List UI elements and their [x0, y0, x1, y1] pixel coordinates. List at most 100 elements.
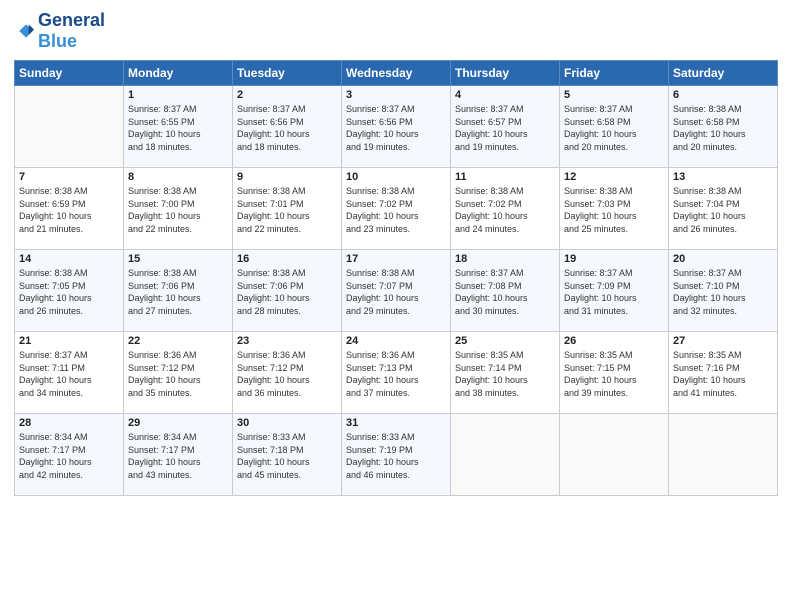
weekday-header-friday: Friday	[560, 61, 669, 86]
week-row-0: 1 Sunrise: 8:37 AM Sunset: 6:55 PM Daylig…	[15, 86, 778, 168]
cell-content: Sunrise: 8:37 AM Sunset: 6:56 PM Dayligh…	[346, 103, 446, 153]
cell-content: Sunrise: 8:33 AM Sunset: 7:18 PM Dayligh…	[237, 431, 337, 481]
calendar-cell: 9Sunrise: 8:38 AM Sunset: 7:01 PM Daylig…	[233, 168, 342, 250]
cell-content: Sunrise: 8:35 AM Sunset: 7:15 PM Dayligh…	[564, 349, 664, 399]
calendar-cell: 10Sunrise: 8:38 AM Sunset: 7:02 PM Dayli…	[342, 168, 451, 250]
calendar-cell: 22 Sunrise: 8:36 AM Sunset: 7:12 PM Dayli…	[124, 332, 233, 414]
cell-content: Sunrise: 8:38 AM Sunset: 7:05 PM Dayligh…	[19, 267, 119, 317]
day-number: 8	[128, 171, 228, 183]
cell-content: Sunrise: 8:38 AM Sunset: 7:07 PM Dayligh…	[346, 267, 446, 317]
day-number: 22	[128, 335, 228, 347]
calendar-cell: 2 Sunrise: 8:37 AM Sunset: 6:56 PM Daylig…	[233, 86, 342, 168]
day-number: 27	[673, 335, 773, 347]
week-row-4: 28 Sunrise: 8:34 AM Sunset: 7:17 PM Dayli…	[15, 414, 778, 496]
cell-content: Sunrise: 8:36 AM Sunset: 7:12 PM Dayligh…	[237, 349, 337, 399]
cell-content: Sunrise: 8:33 AM Sunset: 7:19 PM Dayligh…	[346, 431, 446, 481]
calendar-cell: 6 Sunrise: 8:38 AM Sunset: 6:58 PM Daylig…	[669, 86, 778, 168]
cell-content: Sunrise: 8:37 AM Sunset: 7:09 PM Dayligh…	[564, 267, 664, 317]
day-number: 19	[564, 253, 664, 265]
day-number: 28	[19, 417, 119, 429]
day-number: 16	[237, 253, 337, 265]
day-number: 13	[673, 171, 773, 183]
cell-content: Sunrise: 8:37 AM Sunset: 7:11 PM Dayligh…	[19, 349, 119, 399]
day-number: 14	[19, 253, 119, 265]
day-number: 18	[455, 253, 555, 265]
cell-content: Sunrise: 8:36 AM Sunset: 7:13 PM Dayligh…	[346, 349, 446, 399]
weekday-header-monday: Monday	[124, 61, 233, 86]
cell-content: Sunrise: 8:37 AM Sunset: 6:55 PM Dayligh…	[128, 103, 228, 153]
header: General Blue	[14, 10, 778, 52]
weekday-header-tuesday: Tuesday	[233, 61, 342, 86]
weekday-header-sunday: Sunday	[15, 61, 124, 86]
day-number: 31	[346, 417, 446, 429]
cell-content: Sunrise: 8:34 AM Sunset: 7:17 PM Dayligh…	[19, 431, 119, 481]
day-number: 17	[346, 253, 446, 265]
calendar-cell	[560, 414, 669, 496]
logo-icon	[14, 21, 34, 41]
logo: General Blue	[14, 10, 105, 52]
cell-content: Sunrise: 8:37 AM Sunset: 6:58 PM Dayligh…	[564, 103, 664, 153]
day-number: 29	[128, 417, 228, 429]
day-number: 30	[237, 417, 337, 429]
day-number: 24	[346, 335, 446, 347]
day-number: 26	[564, 335, 664, 347]
calendar-cell: 24 Sunrise: 8:36 AM Sunset: 7:13 PM Dayli…	[342, 332, 451, 414]
calendar-cell: 15 Sunrise: 8:38 AM Sunset: 7:06 PM Dayli…	[124, 250, 233, 332]
cell-content: Sunrise: 8:36 AM Sunset: 7:12 PM Dayligh…	[128, 349, 228, 399]
day-number: 20	[673, 253, 773, 265]
cell-content: Sunrise: 8:38 AM Sunset: 6:58 PM Dayligh…	[673, 103, 773, 153]
cell-content: Sunrise: 8:38 AM Sunset: 7:04 PM Dayligh…	[673, 185, 773, 235]
cell-content: Sunrise: 8:37 AM Sunset: 7:10 PM Dayligh…	[673, 267, 773, 317]
week-row-1: 7Sunrise: 8:38 AM Sunset: 6:59 PM Daylig…	[15, 168, 778, 250]
calendar-cell: 11Sunrise: 8:38 AM Sunset: 7:02 PM Dayli…	[451, 168, 560, 250]
weekday-header-thursday: Thursday	[451, 61, 560, 86]
calendar-cell: 1 Sunrise: 8:37 AM Sunset: 6:55 PM Daylig…	[124, 86, 233, 168]
calendar-cell: 25 Sunrise: 8:35 AM Sunset: 7:14 PM Dayli…	[451, 332, 560, 414]
calendar-cell: 30 Sunrise: 8:33 AM Sunset: 7:18 PM Dayli…	[233, 414, 342, 496]
cell-content: Sunrise: 8:38 AM Sunset: 7:06 PM Dayligh…	[128, 267, 228, 317]
calendar-cell: 19 Sunrise: 8:37 AM Sunset: 7:09 PM Dayli…	[560, 250, 669, 332]
day-number: 9	[237, 171, 337, 183]
day-number: 6	[673, 89, 773, 101]
calendar-cell: 26 Sunrise: 8:35 AM Sunset: 7:15 PM Dayli…	[560, 332, 669, 414]
calendar-container: General Blue SundayMondayTuesdayWednesda…	[0, 0, 792, 612]
calendar-cell: 29 Sunrise: 8:34 AM Sunset: 7:17 PM Dayli…	[124, 414, 233, 496]
calendar-table: SundayMondayTuesdayWednesdayThursdayFrid…	[14, 60, 778, 496]
weekday-header-row: SundayMondayTuesdayWednesdayThursdayFrid…	[15, 61, 778, 86]
calendar-cell: 21 Sunrise: 8:37 AM Sunset: 7:11 PM Dayli…	[15, 332, 124, 414]
calendar-cell: 7Sunrise: 8:38 AM Sunset: 6:59 PM Daylig…	[15, 168, 124, 250]
calendar-cell: 28 Sunrise: 8:34 AM Sunset: 7:17 PM Dayli…	[15, 414, 124, 496]
day-number: 2	[237, 89, 337, 101]
calendar-cell: 12 Sunrise: 8:38 AM Sunset: 7:03 PM Dayli…	[560, 168, 669, 250]
weekday-header-wednesday: Wednesday	[342, 61, 451, 86]
day-number: 25	[455, 335, 555, 347]
day-number: 10	[346, 171, 446, 183]
day-number: 1	[128, 89, 228, 101]
calendar-cell: 14 Sunrise: 8:38 AM Sunset: 7:05 PM Dayli…	[15, 250, 124, 332]
calendar-cell: 5Sunrise: 8:37 AM Sunset: 6:58 PM Daylig…	[560, 86, 669, 168]
calendar-cell: 17 Sunrise: 8:38 AM Sunset: 7:07 PM Dayli…	[342, 250, 451, 332]
calendar-cell: 27Sunrise: 8:35 AM Sunset: 7:16 PM Dayli…	[669, 332, 778, 414]
cell-content: Sunrise: 8:38 AM Sunset: 7:03 PM Dayligh…	[564, 185, 664, 235]
cell-content: Sunrise: 8:37 AM Sunset: 6:56 PM Dayligh…	[237, 103, 337, 153]
week-row-3: 21 Sunrise: 8:37 AM Sunset: 7:11 PM Dayli…	[15, 332, 778, 414]
calendar-cell: 16 Sunrise: 8:38 AM Sunset: 7:06 PM Dayli…	[233, 250, 342, 332]
calendar-cell	[15, 86, 124, 168]
cell-content: Sunrise: 8:35 AM Sunset: 7:14 PM Dayligh…	[455, 349, 555, 399]
day-number: 15	[128, 253, 228, 265]
day-number: 12	[564, 171, 664, 183]
cell-content: Sunrise: 8:37 AM Sunset: 6:57 PM Dayligh…	[455, 103, 555, 153]
week-row-2: 14 Sunrise: 8:38 AM Sunset: 7:05 PM Dayli…	[15, 250, 778, 332]
day-number: 23	[237, 335, 337, 347]
cell-content: Sunrise: 8:38 AM Sunset: 7:02 PM Dayligh…	[455, 185, 555, 235]
cell-content: Sunrise: 8:37 AM Sunset: 7:08 PM Dayligh…	[455, 267, 555, 317]
day-number: 21	[19, 335, 119, 347]
logo-text: General Blue	[38, 10, 105, 52]
day-number: 4	[455, 89, 555, 101]
cell-content: Sunrise: 8:38 AM Sunset: 6:59 PM Dayligh…	[19, 185, 119, 235]
weekday-header-saturday: Saturday	[669, 61, 778, 86]
calendar-cell: 13 Sunrise: 8:38 AM Sunset: 7:04 PM Dayli…	[669, 168, 778, 250]
cell-content: Sunrise: 8:38 AM Sunset: 7:06 PM Dayligh…	[237, 267, 337, 317]
calendar-cell: 18 Sunrise: 8:37 AM Sunset: 7:08 PM Dayli…	[451, 250, 560, 332]
cell-content: Sunrise: 8:34 AM Sunset: 7:17 PM Dayligh…	[128, 431, 228, 481]
